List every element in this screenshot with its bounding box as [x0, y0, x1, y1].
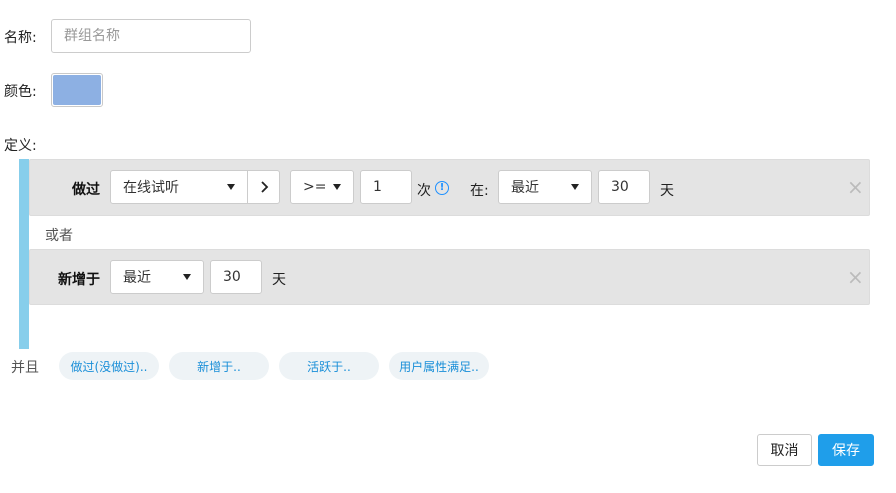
- add-user-attribute-chip[interactable]: 用户属性满足..: [389, 352, 489, 380]
- close-icon[interactable]: ×: [847, 267, 864, 287]
- days-input[interactable]: 30: [598, 170, 650, 204]
- caret-down-icon: [227, 184, 235, 190]
- caret-down-icon: [571, 184, 579, 190]
- add-new-in-condition-chip[interactable]: 新增于..: [169, 352, 269, 380]
- definition-label: 定义:: [4, 138, 37, 154]
- info-icon[interactable]: !: [435, 181, 449, 195]
- operator-select[interactable]: >=: [290, 170, 354, 204]
- save-button[interactable]: 保存: [818, 434, 874, 466]
- cancel-button[interactable]: 取消: [757, 434, 812, 466]
- time-range-select-2-value: 最近: [123, 270, 151, 286]
- time-range-select-2[interactable]: 最近: [110, 260, 204, 294]
- group-name-input[interactable]: [51, 19, 251, 53]
- new-in-label: 新增于: [58, 272, 100, 288]
- event-detail-button[interactable]: [247, 170, 280, 204]
- condition-group-bar: [19, 159, 29, 349]
- count-input[interactable]: 1: [360, 170, 412, 204]
- close-icon[interactable]: ×: [847, 177, 864, 197]
- time-range-select-value: 最近: [511, 180, 539, 196]
- color-picker[interactable]: [51, 73, 103, 107]
- count-unit-label: 次: [417, 183, 431, 199]
- or-label: 或者: [45, 228, 73, 244]
- at-label: 在:: [470, 183, 489, 199]
- and-label: 并且: [11, 360, 39, 376]
- add-did-condition-chip[interactable]: 做过(没做过)..: [59, 352, 159, 380]
- days-input-2[interactable]: 30: [210, 260, 262, 294]
- caret-down-icon: [183, 274, 191, 280]
- caret-down-icon: [333, 184, 341, 190]
- days-unit-label: 天: [660, 183, 674, 199]
- event-select-value: 在线试听: [123, 180, 179, 196]
- did-label: 做过: [72, 182, 100, 198]
- name-label: 名称:: [4, 30, 37, 46]
- operator-select-value: >=: [303, 179, 327, 195]
- color-swatch-fill: [53, 75, 101, 105]
- add-active-in-condition-chip[interactable]: 活跃于..: [279, 352, 379, 380]
- event-select[interactable]: 在线试听: [110, 170, 248, 204]
- color-label: 颜色:: [4, 84, 37, 100]
- chevron-right-icon: [260, 181, 268, 193]
- days-unit-label-2: 天: [272, 272, 286, 288]
- time-range-select[interactable]: 最近: [498, 170, 592, 204]
